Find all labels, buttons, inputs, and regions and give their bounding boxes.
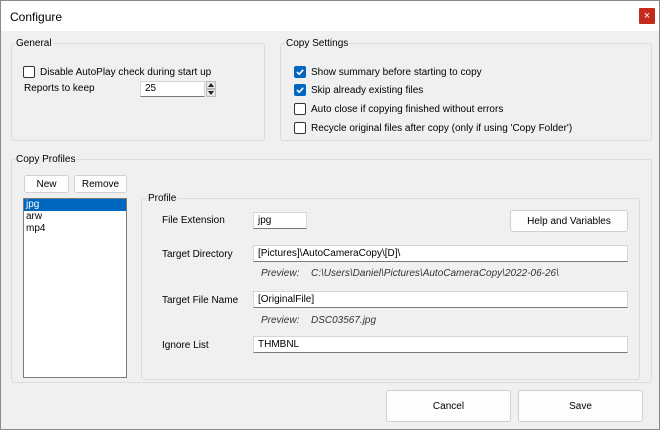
target-file-name-label: Target File Name [162, 295, 239, 306]
close-button[interactable]: × [639, 8, 655, 24]
target-file-name-input[interactable]: [OriginalFile] [253, 291, 628, 308]
target-file-preview-value: DSC03567.jpg [311, 315, 377, 326]
save-label: Save [569, 400, 592, 412]
show-summary-checkbox[interactable]: Show summary before starting to copy [294, 65, 482, 79]
disable-autoplay-checkbox[interactable]: Disable AutoPlay check during start up [23, 65, 211, 79]
recycle-original-label: Recycle original files after copy (only … [311, 122, 573, 134]
list-item[interactable]: mp4 [24, 223, 126, 235]
list-item[interactable]: arw [24, 211, 126, 223]
list-item[interactable]: jpg [24, 199, 126, 211]
help-and-variables-button[interactable]: Help and Variables [510, 210, 628, 232]
checkbox-box[interactable] [23, 66, 35, 78]
help-and-variables-label: Help and Variables [527, 215, 611, 227]
window-title: Configure [10, 10, 63, 24]
new-profile-label: New [36, 178, 57, 190]
copy-settings-group-label: Copy Settings [285, 38, 350, 49]
file-extension-label: File Extension [162, 215, 225, 226]
title-bar: Configure × [1, 1, 659, 31]
auto-close-label: Auto close if copying finished without e… [311, 103, 504, 115]
recycle-original-checkbox[interactable]: Recycle original files after copy (only … [294, 121, 572, 135]
target-file-preview-label: Preview: [261, 315, 300, 326]
skip-existing-checkbox[interactable]: Skip already existing files [294, 83, 423, 97]
checkbox-box[interactable] [294, 84, 306, 96]
ignore-list-input[interactable]: THMBNL [253, 336, 628, 353]
ignore-list-label: Ignore List [162, 340, 209, 351]
reports-to-keep-label: Reports to keep [24, 83, 95, 94]
copy-profiles-group-label: Copy Profiles [15, 154, 77, 165]
reports-to-keep-input[interactable]: 25 [140, 81, 205, 97]
save-button[interactable]: Save [518, 390, 643, 422]
cancel-label: Cancel [432, 400, 465, 412]
arrow-down-icon [208, 91, 214, 95]
checkbox-box[interactable] [294, 103, 306, 115]
cancel-button[interactable]: Cancel [386, 390, 511, 422]
configure-window: Configure × General Disable AutoPlay che… [0, 0, 660, 430]
target-directory-preview-label: Preview: [261, 268, 300, 279]
reports-to-keep-spinner[interactable] [206, 81, 216, 97]
general-group-label: General [15, 38, 53, 49]
remove-profile-label: Remove [81, 178, 120, 190]
spin-up-button[interactable] [206, 81, 216, 89]
checkbox-box[interactable] [294, 122, 306, 134]
profile-group-label: Profile [147, 193, 178, 204]
remove-profile-button[interactable]: Remove [74, 175, 127, 193]
file-extension-input[interactable]: jpg [253, 212, 307, 229]
close-icon: × [643, 10, 651, 22]
disable-autoplay-label: Disable AutoPlay check during start up [40, 66, 212, 78]
arrow-up-icon [208, 83, 214, 87]
target-directory-input[interactable]: [Pictures]\AutoCameraCopy\[D]\ [253, 245, 628, 262]
target-directory-label: Target Directory [162, 249, 233, 260]
target-directory-preview-value: C:\Users\Daniel\Pictures\AutoCameraCopy\… [311, 268, 559, 279]
show-summary-label: Show summary before starting to copy [311, 66, 482, 78]
profile-list[interactable]: jpg arw mp4 [23, 198, 127, 378]
auto-close-checkbox[interactable]: Auto close if copying finished without e… [294, 102, 503, 116]
spin-down-button[interactable] [206, 89, 216, 97]
new-profile-button[interactable]: New [24, 175, 69, 193]
checkbox-box[interactable] [294, 66, 306, 78]
skip-existing-label: Skip already existing files [311, 84, 424, 96]
